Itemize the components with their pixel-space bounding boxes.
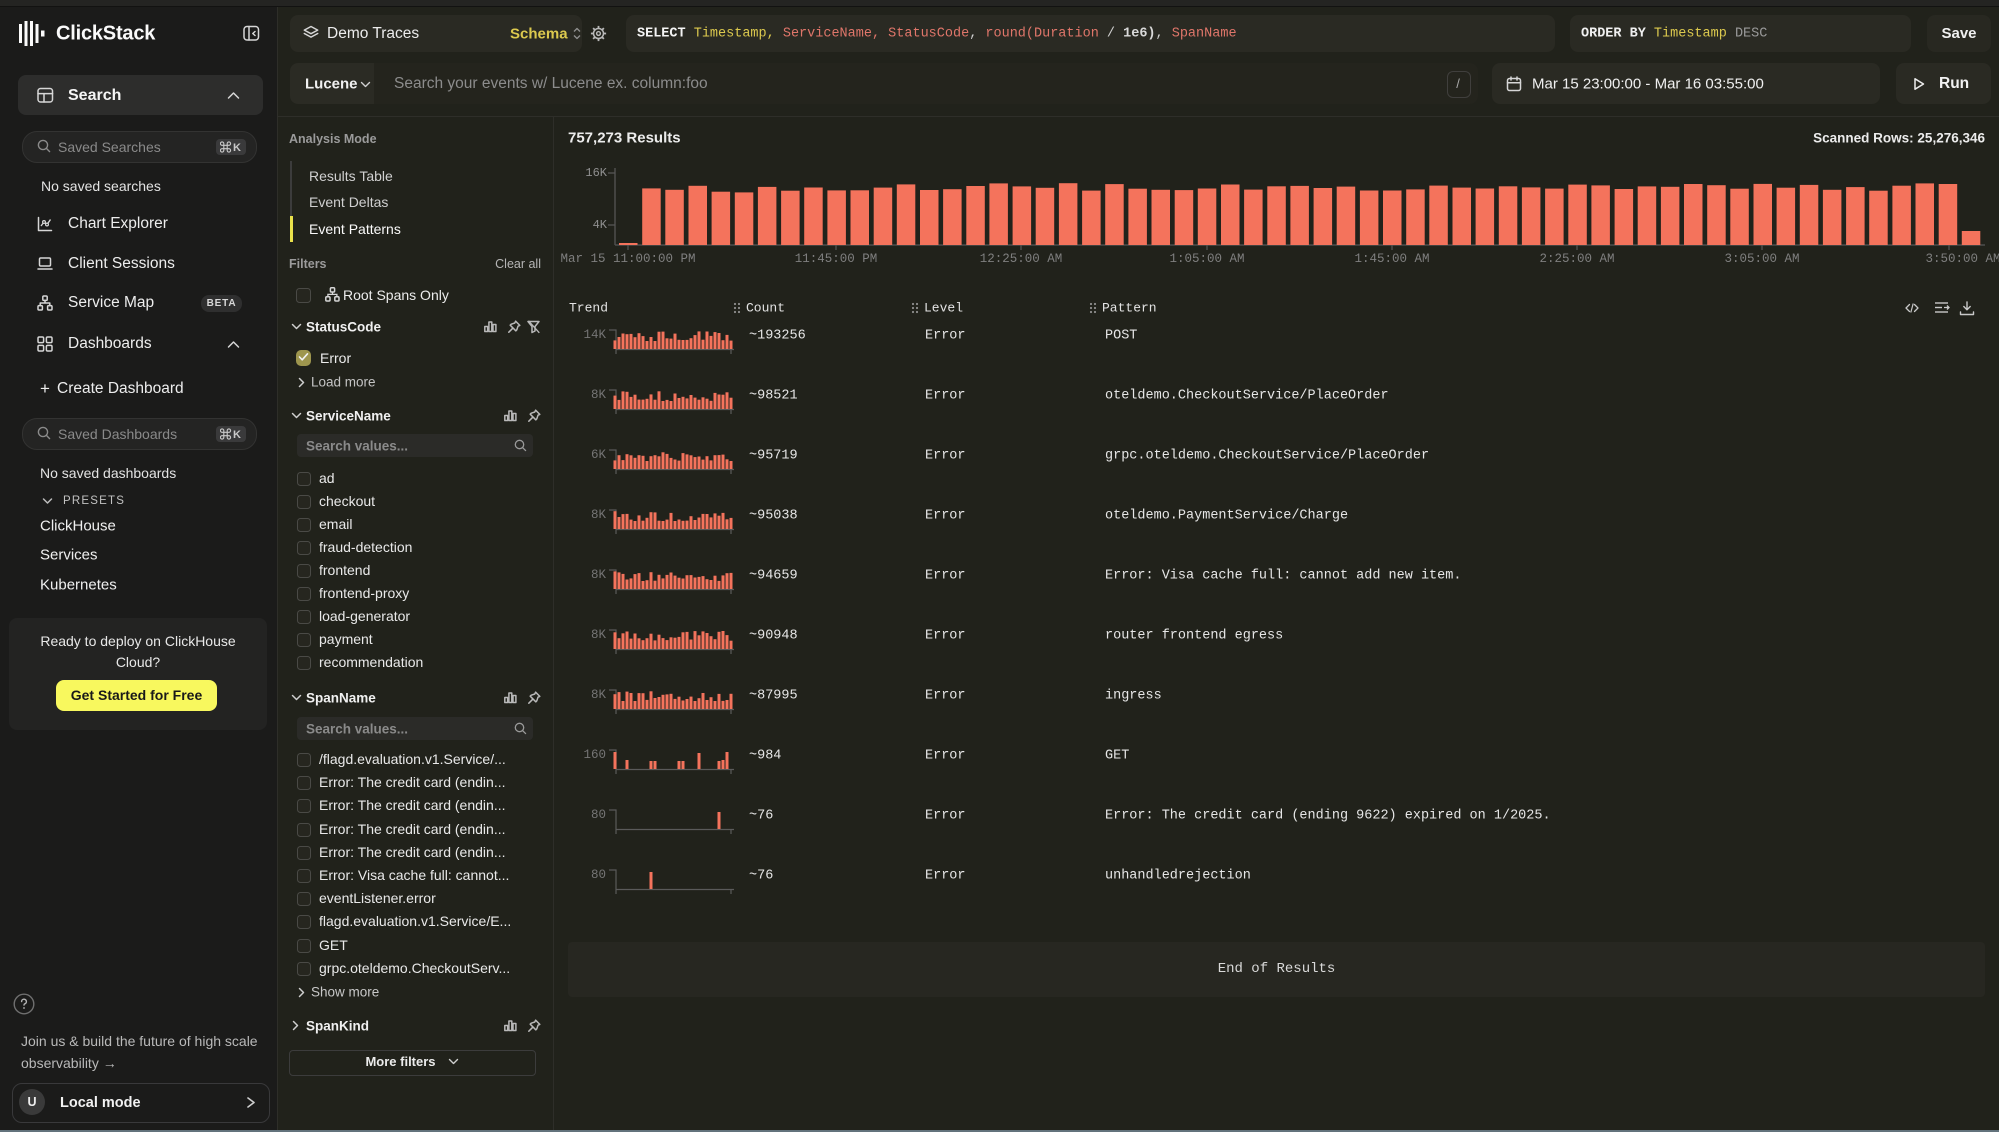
svg-text:4K: 4K: [593, 218, 608, 232]
svg-text:16K: 16K: [585, 166, 607, 180]
svg-text:160: 160: [583, 748, 606, 762]
svg-text:14K: 14K: [583, 328, 606, 342]
svg-text:6K: 6K: [591, 448, 607, 462]
svg-text:3:50:00 AM: 3:50:00 AM: [1925, 252, 1999, 266]
svg-text:1:45:00 AM: 1:45:00 AM: [1354, 252, 1429, 266]
svg-text:3:05:00 AM: 3:05:00 AM: [1724, 252, 1799, 266]
svg-text:Mar 15 11:00:00 PM: Mar 15 11:00:00 PM: [560, 252, 695, 266]
svg-text:8K: 8K: [591, 688, 607, 702]
svg-text:12:25:00 AM: 12:25:00 AM: [980, 252, 1063, 266]
svg-text:8K: 8K: [591, 568, 607, 582]
svg-text:1:05:00 AM: 1:05:00 AM: [1169, 252, 1244, 266]
svg-text:8K: 8K: [591, 388, 607, 402]
svg-text:8K: 8K: [591, 508, 607, 522]
svg-text:11:45:00 PM: 11:45:00 PM: [795, 252, 878, 266]
svg-text:80: 80: [591, 808, 606, 822]
svg-text:8K: 8K: [591, 628, 607, 642]
svg-text:2:25:00 AM: 2:25:00 AM: [1539, 252, 1614, 266]
svg-text:80: 80: [591, 868, 606, 882]
